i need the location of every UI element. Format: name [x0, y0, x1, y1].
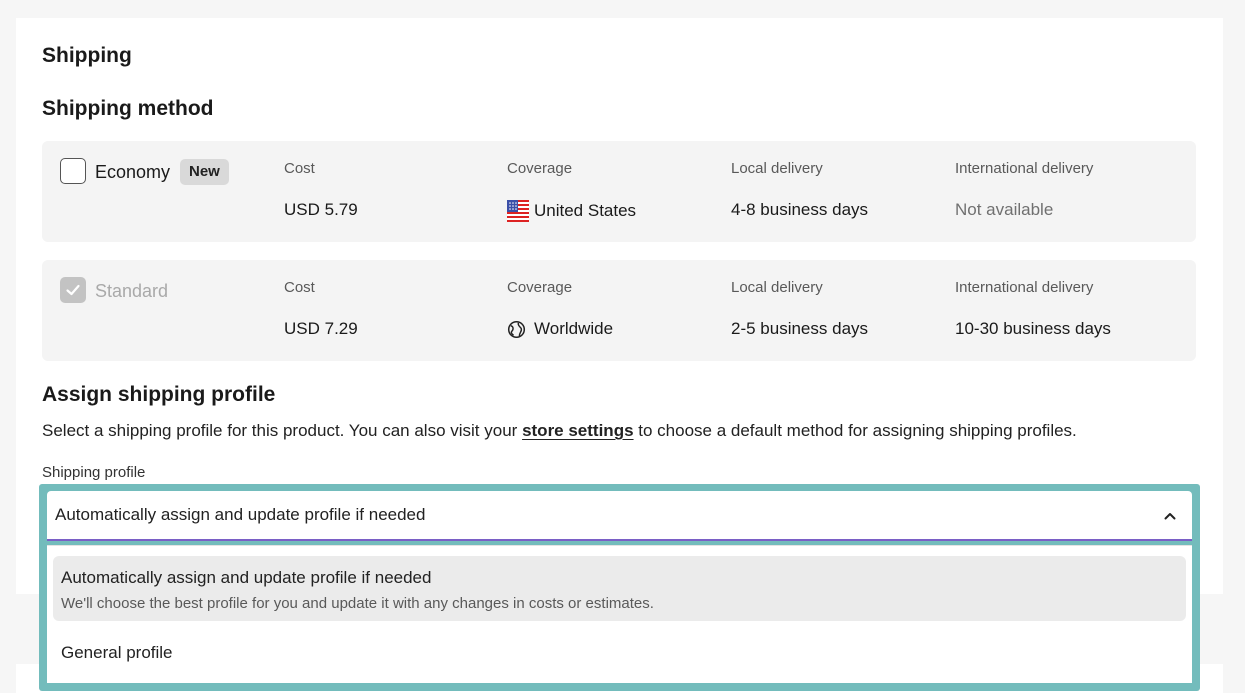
intl-delivery-column: International delivery 10-30 business da…: [955, 279, 1111, 339]
method-name: Standard: [95, 281, 169, 301]
local-delivery-value: 4-8 business days: [731, 200, 869, 219]
coverage-label: Coverage: [507, 279, 573, 296]
store-settings-link[interactable]: store settings: [522, 421, 633, 440]
shipping-method-standard: Standard Cost USD 7.29 Coverage Worldwid…: [42, 260, 1196, 361]
option-general-profile[interactable]: General profile: [61, 643, 173, 663]
option-label: Automatically assign and update profile …: [61, 568, 432, 587]
new-badge: New: [180, 159, 229, 185]
shipping-method-economy[interactable]: Economy New Cost USD 5.79 Coverage Unite…: [42, 141, 1196, 242]
shipping-profile-label: Shipping profile: [42, 464, 146, 481]
standard-checkbox: [60, 277, 86, 303]
shipping-method-title: Shipping method: [42, 97, 214, 120]
cost-column: Cost USD 5.79: [284, 160, 358, 220]
local-delivery-column: Local delivery 2-5 business days: [731, 279, 868, 339]
globe-icon: [507, 320, 526, 338]
us-flag-icon: [507, 200, 529, 222]
cost-value: USD 5.79: [284, 200, 358, 219]
local-delivery-label: Local delivery: [731, 279, 823, 296]
coverage-label: Coverage: [507, 160, 573, 177]
intl-delivery-label: International delivery: [955, 279, 1094, 296]
option-auto-assign[interactable]: Automatically assign and update profile …: [53, 556, 1186, 621]
cost-value: USD 7.29: [284, 319, 358, 338]
intl-delivery-value: 10-30 business days: [955, 319, 1111, 338]
section-title: Shipping: [42, 44, 132, 67]
check-icon: [66, 284, 80, 296]
intl-delivery-column: International delivery Not available: [955, 160, 1093, 220]
chevron-up-icon[interactable]: [1162, 508, 1178, 524]
shipping-profile-select[interactable]: Automatically assign and update profile …: [47, 491, 1192, 541]
local-delivery-column: Local delivery 4-8 business days: [731, 160, 868, 220]
selected-value: Automatically assign and update profile …: [55, 505, 426, 524]
shipping-profile-options: Automatically assign and update profile …: [47, 545, 1192, 683]
method-name: Economy: [95, 162, 171, 182]
coverage-column: Coverage United States: [507, 160, 636, 222]
option-description: We'll choose the best profile for you an…: [61, 595, 654, 612]
intl-delivery-label: International delivery: [955, 160, 1094, 177]
assign-profile-description: Select a shipping profile for this produ…: [42, 421, 1077, 440]
local-delivery-value: 2-5 business days: [731, 319, 869, 338]
intl-delivery-value: Not available: [955, 200, 1054, 219]
coverage-column: Coverage Worldwide: [507, 279, 613, 339]
assign-profile-title: Assign shipping profile: [42, 383, 276, 406]
cost-label: Cost: [284, 279, 315, 296]
cost-column: Cost USD 7.29: [284, 279, 358, 339]
local-delivery-label: Local delivery: [731, 160, 823, 177]
coverage-value: Worldwide: [534, 319, 614, 338]
economy-checkbox[interactable]: [60, 158, 86, 184]
coverage-value: United States: [534, 201, 637, 220]
cost-label: Cost: [284, 160, 315, 177]
